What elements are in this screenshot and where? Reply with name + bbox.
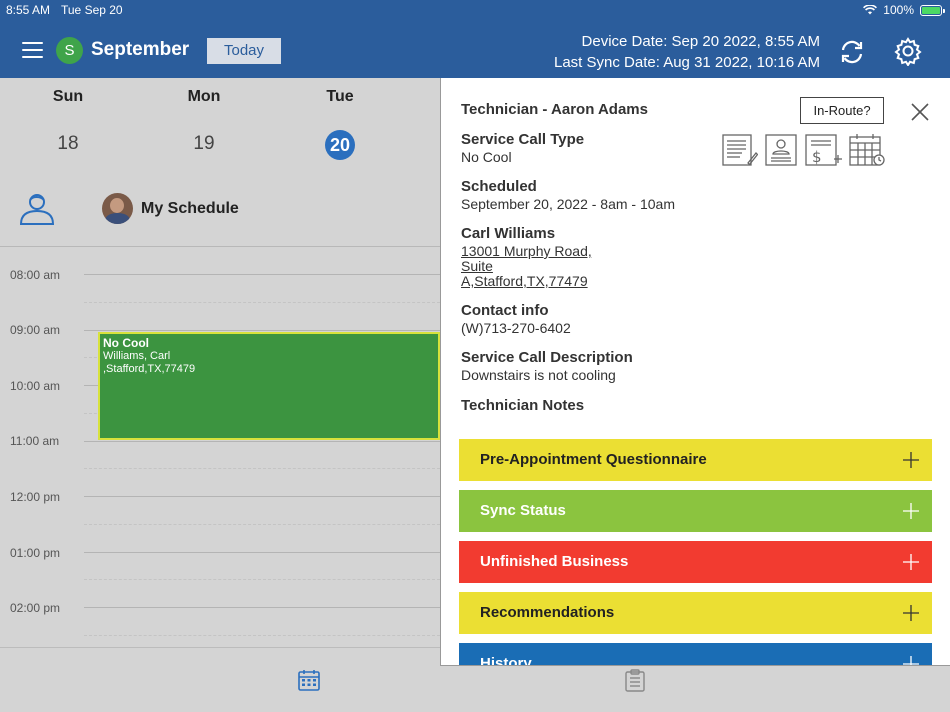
plus-icon bbox=[903, 554, 919, 570]
hour-line bbox=[84, 607, 440, 608]
plus-icon bbox=[903, 452, 919, 468]
day-header-mon: Mon bbox=[187, 88, 221, 105]
close-icon[interactable] bbox=[909, 101, 931, 123]
address-line-2: Suite bbox=[461, 258, 493, 274]
scheduled-label: Scheduled bbox=[461, 178, 537, 195]
half-hour-line bbox=[84, 635, 440, 636]
half-hour-line bbox=[84, 468, 440, 469]
time-label: 09:00 am bbox=[10, 323, 61, 337]
day-header-tue: Tue bbox=[326, 88, 354, 105]
contact-phone[interactable]: (W)713-270-6402 bbox=[461, 320, 571, 336]
customer-card-icon[interactable] bbox=[764, 133, 798, 167]
section-recommendations[interactable]: Recommendations bbox=[459, 592, 932, 634]
half-hour-line bbox=[84, 302, 440, 303]
status-right: 100% bbox=[863, 3, 945, 17]
calendar-tab-icon[interactable] bbox=[297, 668, 321, 692]
section-label: Pre-Appointment Questionnaire bbox=[480, 451, 707, 468]
in-route-button[interactable]: In-Route? bbox=[800, 97, 884, 124]
scheduled-value: September 20, 2022 - 8am - 10am bbox=[461, 196, 676, 212]
schedule-owner-label[interactable]: My Schedule bbox=[141, 200, 239, 218]
half-hour-line bbox=[84, 524, 440, 525]
plus-icon bbox=[903, 605, 919, 621]
account-avatar-badge[interactable]: S bbox=[56, 37, 83, 64]
address-line-1: 13001 Murphy Road, bbox=[461, 243, 592, 259]
day-number-19[interactable]: 19 bbox=[174, 133, 234, 155]
status-date: Tue Sep 20 bbox=[61, 3, 123, 17]
calendar-reschedule-icon[interactable] bbox=[848, 133, 886, 167]
plus-icon bbox=[903, 503, 919, 519]
description-value: Downstairs is not cooling bbox=[461, 367, 616, 383]
day-header-sun: Sun bbox=[52, 88, 84, 105]
work-order-icon[interactable] bbox=[722, 133, 758, 167]
clipboard-tab-icon[interactable] bbox=[623, 668, 647, 692]
device-date: Device Date: Sep 20 2022, 8:55 AM bbox=[581, 33, 820, 50]
svg-text:$: $ bbox=[812, 148, 822, 166]
time-label: 08:00 am bbox=[10, 268, 61, 282]
event-title: No Cool bbox=[103, 336, 149, 350]
section-pre-appointment-questionnaire[interactable]: Pre-Appointment Questionnaire bbox=[459, 439, 932, 481]
contact-info-label: Contact info bbox=[461, 302, 549, 319]
day-number-today[interactable]: 20 bbox=[325, 130, 355, 160]
section-history[interactable]: History bbox=[459, 643, 932, 666]
time-label: 10:00 am bbox=[10, 379, 61, 393]
section-label: History bbox=[480, 655, 532, 666]
technician-select-icon[interactable] bbox=[18, 191, 56, 227]
service-type-value: No Cool bbox=[461, 149, 512, 165]
technician-name: Technician - Aaron Adams bbox=[461, 101, 648, 118]
section-label: Recommendations bbox=[480, 604, 615, 621]
event-customer: Williams, Carl bbox=[103, 350, 171, 362]
sync-icon[interactable] bbox=[838, 38, 866, 66]
battery-percent: 100% bbox=[883, 3, 914, 17]
avatar bbox=[102, 193, 133, 224]
last-sync-date: Last Sync Date: Aug 31 2022, 10:16 AM bbox=[553, 54, 820, 71]
hour-line bbox=[84, 552, 440, 553]
service-call-detail-panel: Technician - Aaron Adams In-Route? Servi… bbox=[440, 78, 950, 666]
app-header: 8:55 AM Tue Sep 20 100% S September Toda… bbox=[0, 0, 950, 78]
status-bar: 8:55 AM Tue Sep 20 100% bbox=[0, 0, 950, 20]
hour-line bbox=[84, 496, 440, 497]
plus-icon bbox=[903, 656, 919, 665]
time-label: 11:00 am bbox=[10, 434, 60, 448]
section-unfinished-business[interactable]: Unfinished Business bbox=[459, 541, 932, 583]
appointment-event[interactable]: No Cool Williams, Carl ,Stafford,TX,7747… bbox=[98, 332, 440, 440]
hour-line bbox=[84, 330, 440, 331]
menu-button[interactable] bbox=[22, 42, 43, 58]
section-sync-status[interactable]: Sync Status bbox=[459, 490, 932, 532]
divider bbox=[0, 246, 440, 247]
wifi-icon bbox=[863, 5, 878, 15]
event-location: ,Stafford,TX,77479 bbox=[103, 363, 196, 375]
today-button[interactable]: Today bbox=[207, 38, 281, 64]
customer-address-link[interactable]: 13001 Murphy Road, Suite A,Stafford,TX,7… bbox=[461, 244, 601, 289]
month-title: September bbox=[91, 39, 190, 60]
day-number-18[interactable]: 18 bbox=[38, 133, 98, 155]
time-label: 12:00 pm bbox=[10, 490, 61, 504]
section-label: Unfinished Business bbox=[480, 553, 629, 570]
invoice-add-icon[interactable]: $ bbox=[804, 133, 844, 167]
address-line-3: A,Stafford,TX,77479 bbox=[461, 273, 588, 289]
half-hour-line bbox=[84, 579, 440, 580]
service-type-label: Service Call Type bbox=[461, 131, 585, 148]
gear-icon[interactable] bbox=[893, 36, 923, 66]
description-label: Service Call Description bbox=[461, 349, 633, 366]
hour-line bbox=[84, 441, 440, 442]
device-info: Device Date: Sep 20 2022, 8:55 AM Last S… bbox=[554, 31, 820, 73]
time-label: 02:00 pm bbox=[10, 601, 61, 615]
battery-icon bbox=[920, 4, 945, 16]
section-label: Sync Status bbox=[480, 502, 566, 519]
hour-line bbox=[84, 274, 440, 275]
customer-name: Carl Williams bbox=[461, 225, 556, 242]
status-time: 8:55 AM bbox=[6, 3, 51, 17]
technician-notes-label: Technician Notes bbox=[461, 397, 585, 414]
time-label: 01:00 pm bbox=[10, 546, 61, 560]
